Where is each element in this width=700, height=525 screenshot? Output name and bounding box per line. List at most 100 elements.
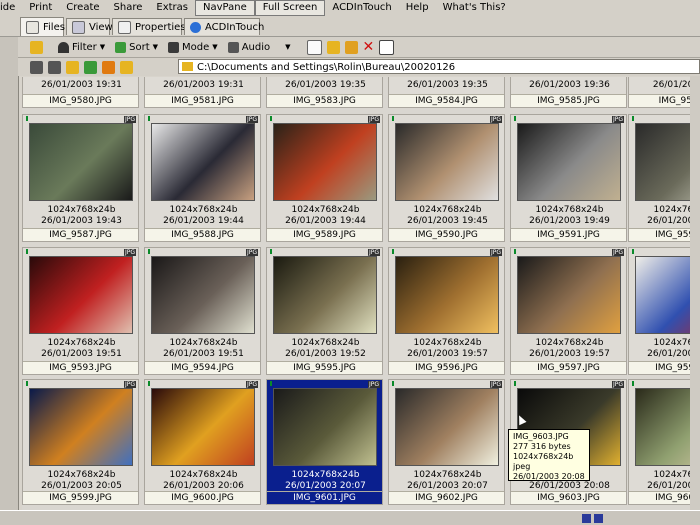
open-folder-icon[interactable] xyxy=(30,40,43,54)
jpg-badge-icon: JPG xyxy=(367,381,380,388)
thumbnail-cell[interactable]: JPG 1024x768x24b 26/01/2003 20:07 IMG_9602.… xyxy=(388,379,505,505)
tab-acdintouch[interactable]: ACDInTouch xyxy=(184,18,264,35)
tooltip-size: 277 316 bytes xyxy=(513,442,571,451)
thumbnail-image xyxy=(29,388,133,466)
tab-view-label: View xyxy=(89,21,113,33)
thumbnail-cell[interactable]: JPG 1024x768x24b 26/01/2003 20:05 IMG_9599.… xyxy=(22,379,139,505)
menu-item-ide[interactable]: ide xyxy=(0,0,22,16)
thumbnail-cell-partial[interactable]: 26/01/2003 19:35 IMG_9583.JPG xyxy=(266,77,383,108)
taskbar-icon[interactable] xyxy=(594,514,603,523)
vertical-scrollbar[interactable] xyxy=(690,76,700,525)
thumbnail-dimensions: 1024x768x24b xyxy=(47,205,116,215)
thumbnail-cell[interactable]: JPG 1024x768x24b 26/01/2003 19:44 IMG_9588.… xyxy=(144,114,261,242)
thumbnail-cell-partial[interactable]: 26/01/2003 19:36 IMG_9585.JPG xyxy=(510,77,627,108)
tag-marker xyxy=(392,249,394,254)
jpg-badge-icon: JPG xyxy=(611,116,624,123)
thumbnail-filename: IMG_9581.JPG xyxy=(145,94,260,107)
mode-label: Mode xyxy=(182,41,210,53)
move-to-folder-icon[interactable] xyxy=(344,40,358,54)
sort-label: Sort xyxy=(129,41,150,53)
tag-marker xyxy=(148,249,150,254)
tab-files[interactable]: Files xyxy=(20,17,65,36)
menu-item-whats-this[interactable]: What's This? xyxy=(436,0,513,16)
menu-item-create[interactable]: Create xyxy=(59,0,106,16)
thumbnail-cell[interactable]: JPG 1024x768x24b 26/01/2003 19:44 IMG_9589.… xyxy=(266,114,383,242)
thumbnail-cell-partial[interactable]: 26/01/2003 19:31 IMG_9581.JPG xyxy=(144,77,261,108)
thumbnail-cell[interactable]: JPG 1024x768x24b 26/01/2003 19:43 IMG_9587.… xyxy=(22,114,139,242)
menu-bar: ide Print Create Share Extras NavPane Fu… xyxy=(0,0,700,16)
thumbnail-image xyxy=(29,123,133,201)
copy-to-folder-icon[interactable] xyxy=(326,40,340,54)
jpg-badge-icon: JPG xyxy=(489,381,502,388)
document-icon[interactable] xyxy=(306,39,322,55)
forward-icon[interactable] xyxy=(48,60,61,74)
thumbnail-date: 26/01/2003 19:43 xyxy=(41,216,122,226)
menu-item-print[interactable]: Print xyxy=(22,0,59,16)
rename-icon[interactable] xyxy=(379,39,395,55)
menu-item-navpane[interactable]: NavPane xyxy=(195,0,255,16)
thumbnail-date: 26/01/2003 19:44 xyxy=(285,216,366,226)
thumbnail-cell[interactable]: JPG 1024x768x24b 26/01/2003 20:06 IMG_9600.… xyxy=(144,379,261,505)
folder-dropdown-icon[interactable] xyxy=(120,60,133,74)
menu-item-extras[interactable]: Extras xyxy=(149,0,195,16)
tag-marker xyxy=(392,116,394,121)
jpg-badge-icon: JPG xyxy=(245,381,258,388)
thumbnail-dimensions: 1024x768x24b xyxy=(535,338,604,348)
thumbnail-cell[interactable]: JPG 1024x768x24b 26/01/2003 19:57 IMG_9597.… xyxy=(510,247,627,375)
jpg-badge-icon: JPG xyxy=(245,249,258,256)
folder-pane-edge[interactable] xyxy=(0,37,19,525)
files-icon xyxy=(26,20,39,34)
globe-icon xyxy=(190,21,201,33)
thumbnail-filename: IMG_9594.JPG xyxy=(145,361,260,374)
thumbnail-filename: IMG_9591.JPG xyxy=(511,228,626,241)
tag-marker xyxy=(26,249,28,254)
menu-item-acdintouch[interactable]: ACDInTouch xyxy=(325,0,398,16)
thumbnail-cell[interactable]: JPG 1024x768x24b 26/01/2003 19:49 IMG_9591.… xyxy=(510,114,627,242)
thumbnail-cell[interactable]: JPG 1024x768x24b 26/01/2003 19:51 IMG_9594.… xyxy=(144,247,261,375)
thumbnail-image xyxy=(151,256,255,334)
address-bar: C:\Documents and Settings\Rolin\Bureau\2… xyxy=(18,58,700,76)
chevron-down-icon: ▼ xyxy=(285,43,291,51)
thumbnail-cell[interactable]: JPG 1024x768x24b 26/01/2003 20:07 IMG_9601.… xyxy=(266,379,383,505)
sort-button[interactable]: Sort ▼ xyxy=(115,41,158,53)
thumbnail-cell-partial[interactable]: 26/01/2003 19:35 IMG_9584.JPG xyxy=(388,77,505,108)
thumbnail-cell-partial[interactable]: 26/01/2003 19:31 IMG_9580.JPG xyxy=(22,77,139,108)
sort-icon xyxy=(115,41,127,53)
thumbnail-date: 26/01/2003 19:45 xyxy=(407,216,488,226)
thumbnail-dimensions: 1024x768x24b xyxy=(413,205,482,215)
jpg-badge-icon: JPG xyxy=(489,249,502,256)
thumbnail-dimensions: 1024x768x24b xyxy=(169,205,238,215)
back-icon[interactable] xyxy=(30,60,43,74)
thumbnail-filename: IMG_9584.JPG xyxy=(389,94,504,107)
thumbnail-date: 26/01/2003 19:31 xyxy=(163,80,244,90)
taskbar-icon[interactable] xyxy=(582,514,591,523)
thumbnail-image xyxy=(395,123,499,201)
thumbnail-cell[interactable]: JPG 1024x768x24b 26/01/2003 19:51 IMG_9593.… xyxy=(22,247,139,375)
tab-view[interactable]: View xyxy=(66,18,113,35)
thumbnail-dimensions: 1024x768x24b xyxy=(413,470,482,480)
thumbnail-date: 26/01/2003 19:36 xyxy=(529,80,610,90)
filter-icon xyxy=(58,41,69,53)
delete-icon[interactable]: ✕ xyxy=(363,39,375,55)
menu-item-help[interactable]: Help xyxy=(399,0,436,16)
up-folder-icon[interactable] xyxy=(66,60,79,74)
thumbnail-image xyxy=(395,388,499,466)
refresh-icon[interactable] xyxy=(84,60,97,74)
address-field[interactable]: C:\Documents and Settings\Rolin\Bureau\2… xyxy=(178,59,700,74)
thumbnail-cell[interactable]: JPG 1024x768x24b 26/01/2003 19:57 IMG_9596.… xyxy=(388,247,505,375)
menu-item-share[interactable]: Share xyxy=(107,0,150,16)
toolbar: Filter ▼ Sort ▼ Mode ▼ Audio ▼ ✕ xyxy=(18,37,700,58)
thumbnail-cell[interactable]: JPG 1024x768x24b 26/01/2003 19:52 IMG_9595.… xyxy=(266,247,383,375)
tag-marker xyxy=(26,381,28,386)
filter-button[interactable]: Filter ▼ xyxy=(58,41,105,53)
jpg-badge-icon: JPG xyxy=(611,249,624,256)
mode-button[interactable]: Mode ▼ xyxy=(168,41,218,53)
favorites-icon[interactable] xyxy=(102,60,115,74)
taskbar xyxy=(0,510,700,525)
thumbnail-filename: IMG_9588.JPG xyxy=(145,228,260,241)
menu-item-full-screen[interactable]: Full Screen xyxy=(254,0,326,16)
audio-button[interactable]: Audio ▼ xyxy=(227,41,291,53)
tab-properties[interactable]: Properties xyxy=(112,18,186,35)
jpg-badge-icon: JPG xyxy=(123,381,136,388)
thumbnail-cell[interactable]: JPG 1024x768x24b 26/01/2003 19:45 IMG_9590.… xyxy=(388,114,505,242)
